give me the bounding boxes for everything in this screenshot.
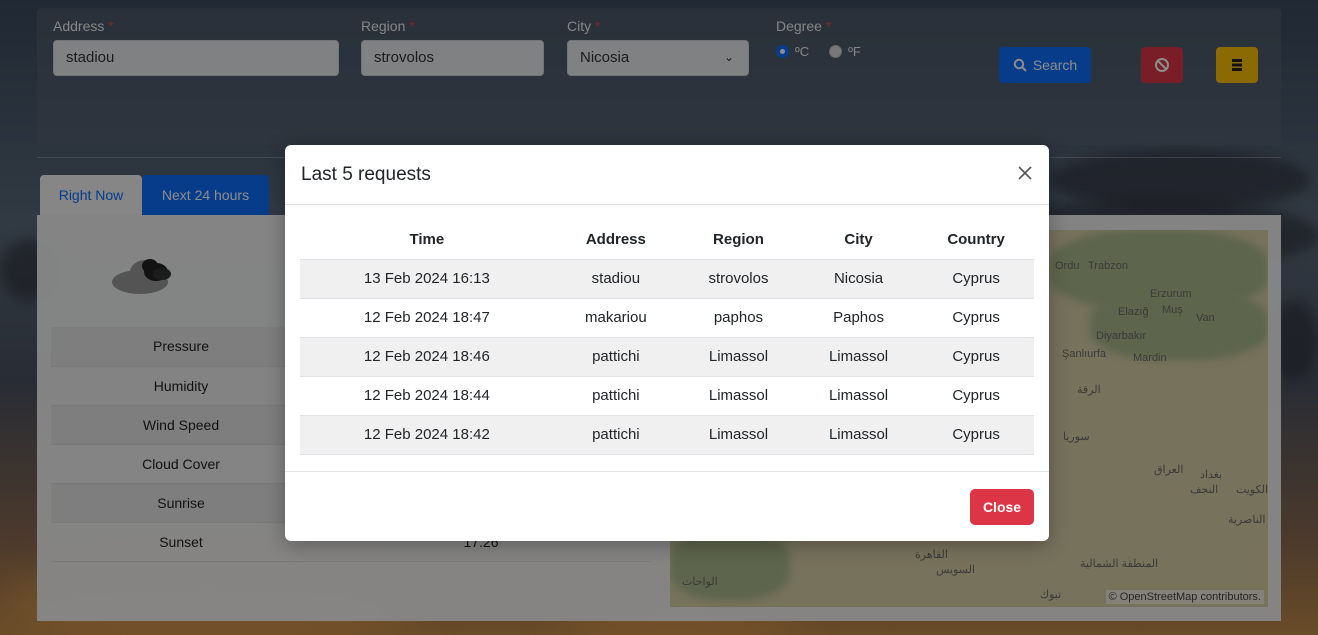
modal-header: Last 5 requests: [285, 145, 1049, 205]
column-header-city: City: [798, 220, 919, 260]
table-row: 12 Feb 2024 18:46 pattichi Limassol Limasso…: [300, 337, 1034, 377]
table-header-row: Time Address Region City Country: [300, 220, 1034, 260]
close-button[interactable]: Close: [970, 489, 1034, 525]
column-header-address: Address: [553, 220, 678, 260]
modal-footer: Close: [285, 471, 1049, 541]
column-header-country: Country: [918, 220, 1034, 260]
column-header-time: Time: [300, 220, 554, 260]
close-icon[interactable]: [1015, 163, 1035, 183]
table-row: 12 Feb 2024 18:47 makariou paphos Paphos Cyp…: [300, 298, 1034, 338]
modal-title: Last 5 requests: [301, 163, 431, 185]
column-header-region: Region: [678, 220, 799, 260]
table-row: 12 Feb 2024 18:44 pattichi Limassol Limasso…: [300, 376, 1034, 416]
history-modal: Last 5 requests Time Address Region City…: [285, 145, 1049, 541]
table-row: 12 Feb 2024 18:42 pattichi Limassol Limasso…: [300, 415, 1034, 455]
requests-table: Time Address Region City Country 13 Feb …: [300, 220, 1034, 455]
table-row: 13 Feb 2024 16:13 stadiou strovolos Nicosia…: [300, 259, 1034, 299]
